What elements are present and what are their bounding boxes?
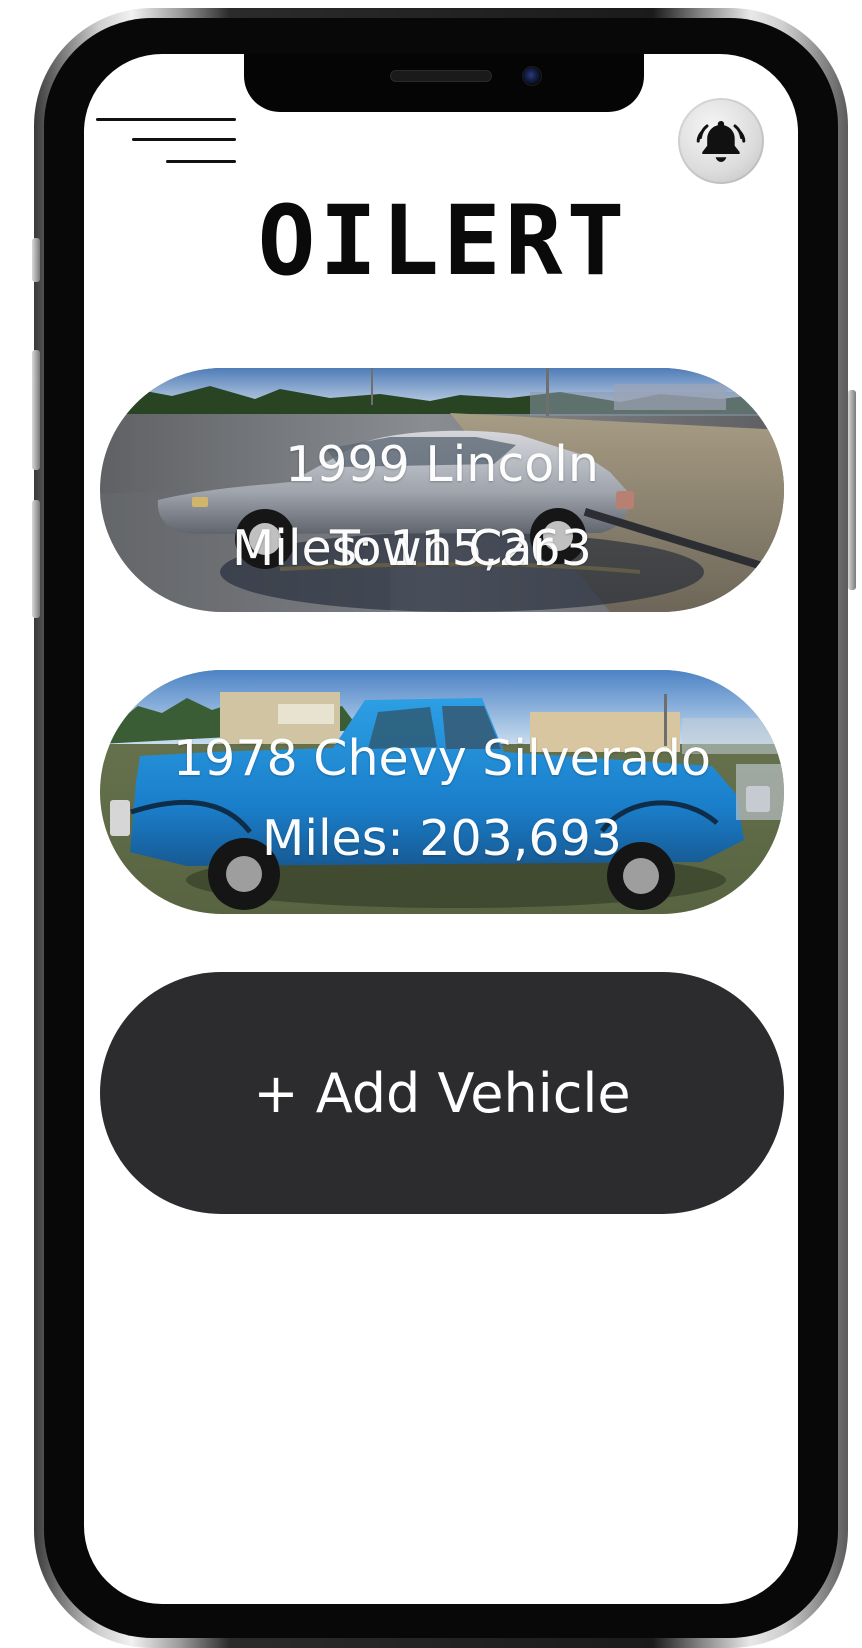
volume-down-button <box>32 350 40 470</box>
app-screen: OILERT 1999 Lincoln Miles: 115,263 Town … <box>0 0 862 1648</box>
notification-button[interactable] <box>678 98 764 184</box>
menu-line-top <box>96 118 236 121</box>
vehicle-model-overlap-lincoln: Town Car <box>330 520 553 577</box>
vehicle-name-chevy: 1978 Chevy Silverado <box>173 730 711 787</box>
front-camera <box>522 66 542 86</box>
vehicle-card-1999-lincoln[interactable]: 1999 Lincoln Miles: 115,263 Town Car <box>100 368 784 612</box>
vehicle-miles-chevy: Miles: 203,693 <box>262 810 622 867</box>
vehicle-photo-chevy <box>100 670 784 914</box>
empty-content-area <box>84 1218 798 1548</box>
hamburger-menu-icon[interactable] <box>96 118 236 166</box>
vehicle-card-1978-chevy[interactable]: 1978 Chevy Silverado Miles: 203,693 <box>100 670 784 914</box>
phone-notch <box>244 54 644 112</box>
volume-up-button <box>32 238 40 282</box>
vehicle-name-lincoln: 1999 Lincoln <box>285 436 599 493</box>
power-button <box>32 500 40 618</box>
speaker-grille <box>390 70 492 82</box>
menu-line-middle <box>132 138 236 141</box>
menu-line-bottom <box>166 160 236 163</box>
bell-icon <box>696 121 746 162</box>
add-vehicle-button[interactable]: + Add Vehicle <box>100 972 784 1214</box>
side-button <box>848 390 856 590</box>
page-title: OILERT <box>257 185 629 297</box>
